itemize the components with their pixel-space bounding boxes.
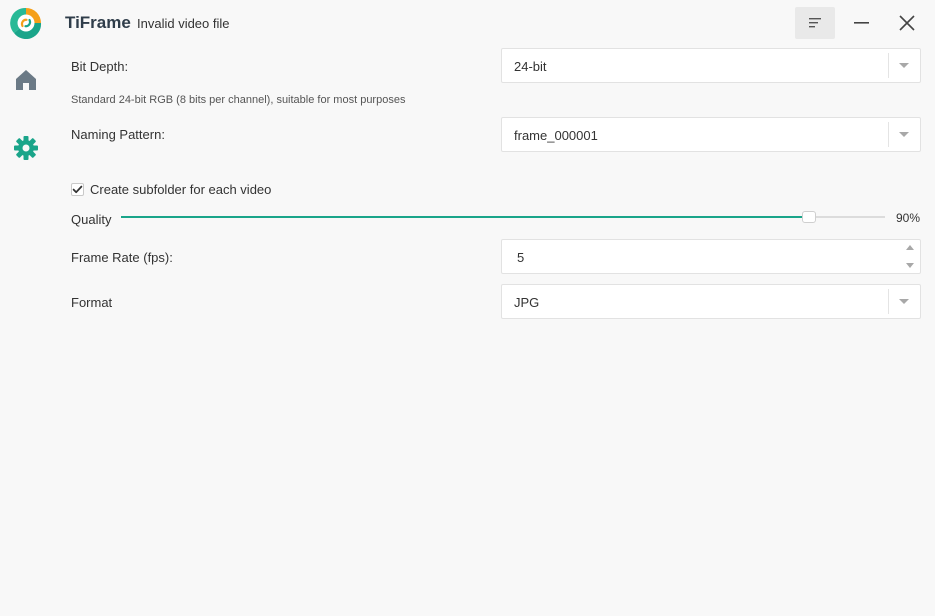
format-select[interactable]: JPG	[501, 284, 921, 319]
menu-icon	[809, 18, 821, 28]
subfolder-checkbox-label: Create subfolder for each video	[90, 182, 272, 197]
app-logo	[10, 7, 42, 40]
sidebar-item-settings[interactable]	[13, 135, 39, 161]
app-status: Invalid video file	[137, 16, 230, 31]
naming-pattern-select[interactable]: frame_000001	[501, 117, 921, 152]
bit-depth-hint: Standard 24-bit RGB (8 bits per channel)…	[71, 94, 406, 106]
quality-value: 90%	[896, 211, 921, 225]
naming-pattern-value: frame_000001	[514, 128, 598, 143]
bit-depth-value: 24-bit	[514, 59, 547, 74]
chevron-down-icon	[899, 132, 909, 137]
minimize-icon	[854, 22, 869, 24]
frame-rate-spinbox[interactable]: 5	[501, 239, 921, 274]
quality-label: Quality	[71, 212, 112, 227]
sidebar-item-home[interactable]	[13, 67, 39, 93]
bit-depth-select[interactable]: 24-bit	[501, 48, 921, 83]
format-value: JPG	[514, 295, 540, 310]
quality-slider[interactable]	[121, 211, 885, 223]
quality-slider-fill	[121, 216, 809, 218]
bit-depth-label: Bit Depth:	[71, 59, 129, 74]
increment-icon[interactable]	[906, 245, 914, 250]
select-divider	[888, 53, 889, 78]
close-button[interactable]	[893, 7, 921, 39]
app-title: TiFrame	[65, 13, 131, 32]
frame-rate-label: Frame Rate (fps):	[71, 250, 173, 265]
select-divider	[888, 289, 889, 314]
chevron-down-icon	[899, 299, 909, 304]
frame-rate-value: 5	[517, 250, 525, 265]
decrement-icon[interactable]	[906, 263, 914, 268]
chevron-down-icon	[899, 63, 909, 68]
home-icon	[16, 70, 36, 90]
minimize-button[interactable]	[848, 7, 876, 39]
close-icon	[899, 15, 915, 31]
naming-pattern-label: Naming Pattern:	[71, 127, 165, 142]
sidebar	[0, 0, 52, 616]
select-divider	[888, 122, 889, 147]
menu-button[interactable]	[795, 7, 835, 39]
subfolder-checkbox[interactable]	[71, 183, 84, 196]
gear-icon	[14, 136, 38, 160]
quality-slider-handle[interactable]	[801, 211, 816, 223]
format-label: Format	[71, 295, 113, 310]
